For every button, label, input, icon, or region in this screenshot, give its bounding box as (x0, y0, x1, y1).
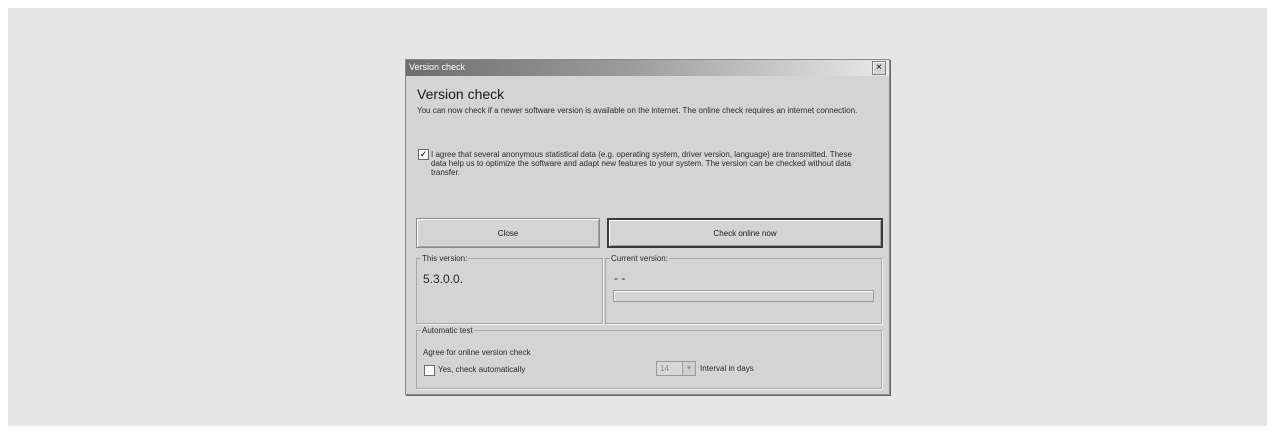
intro-text: You can now check if a newer software ve… (417, 106, 858, 115)
this-version-label: This version: (421, 254, 469, 263)
this-version-value: 5.3.0.0. (423, 272, 464, 286)
auto-check-checkbox[interactable] (424, 365, 435, 376)
check-progress-bar (613, 290, 874, 302)
agree-online-text: Agree for online version check (423, 348, 531, 357)
interval-value: 14 (660, 364, 669, 373)
current-version-group: Current version: - - (605, 254, 882, 324)
agree-checkbox[interactable]: ✓ (418, 149, 429, 160)
chevron-down-icon[interactable]: ▼ (682, 362, 695, 375)
interval-label: Interval in days (700, 364, 754, 373)
window-title: Version check (409, 62, 466, 72)
close-icon[interactable]: × (872, 61, 886, 75)
version-check-dialog: Version check × Version check You can no… (405, 59, 890, 395)
title-bar[interactable]: Version check × (406, 60, 889, 76)
interval-select[interactable]: 14 ▼ (656, 361, 696, 376)
automatic-test-group: Automatic test Agree for online version … (416, 326, 882, 389)
current-version-label: Current version: (610, 254, 669, 263)
this-version-group: This version: 5.3.0.0. (416, 254, 603, 324)
current-version-value: - - (614, 271, 626, 285)
auto-check-label: Yes, check automatically (438, 365, 526, 374)
check-online-button[interactable]: Check online now (607, 218, 883, 248)
agree-label: I agree that several anonymous statistic… (431, 150, 852, 177)
automatic-test-label: Automatic test (421, 326, 474, 335)
close-button[interactable]: Close (416, 218, 600, 248)
page-title: Version check (417, 86, 505, 102)
